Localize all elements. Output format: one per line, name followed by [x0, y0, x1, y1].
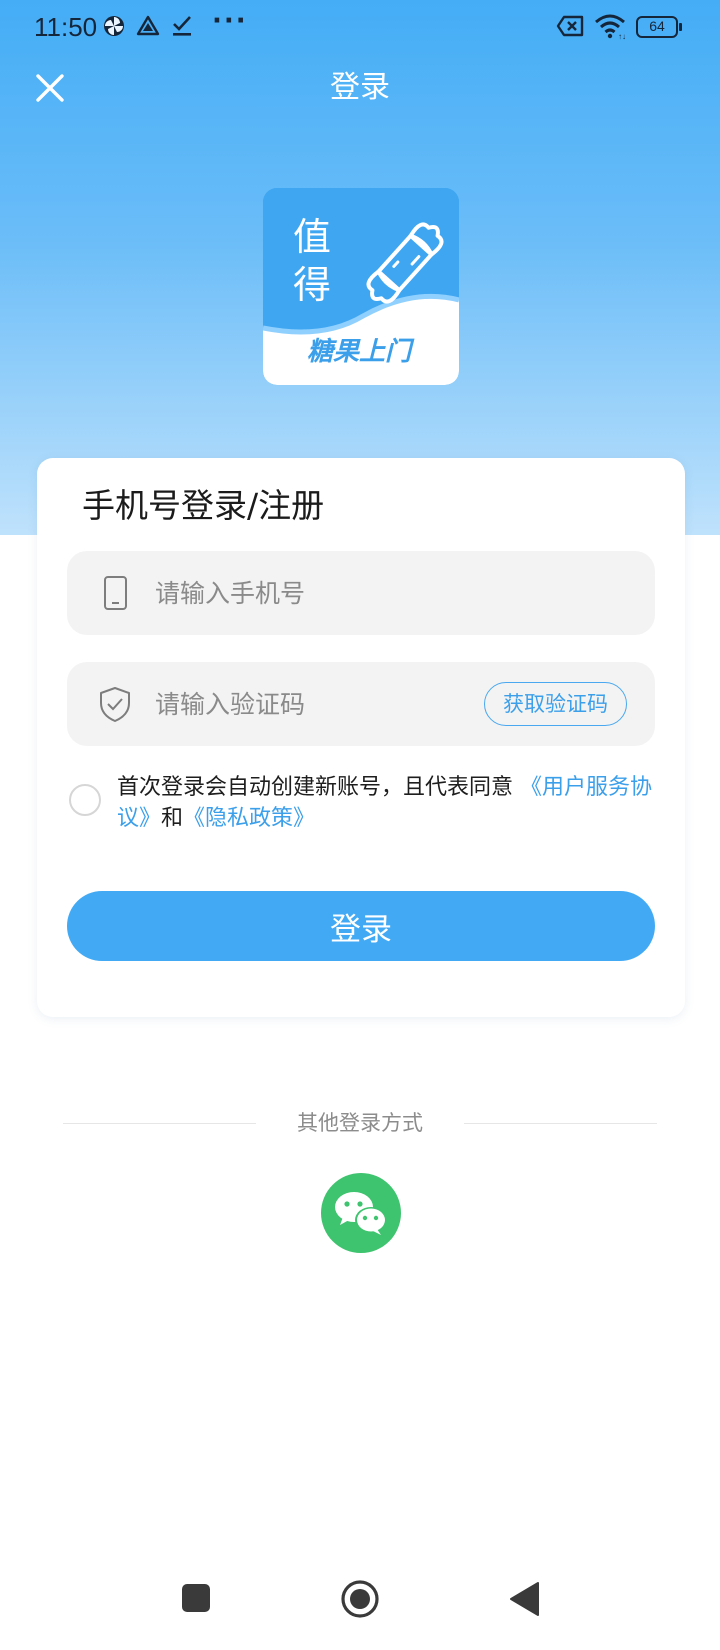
- login-button[interactable]: 登录: [67, 891, 655, 961]
- code-field[interactable]: 获取验证码: [67, 662, 655, 746]
- agreement-text: 首次登录会自动创建新账号，且代表同意 《用户服务协议》和《隐私政策》: [117, 772, 657, 834]
- app-logo: 值 得 糖果上门: [263, 188, 459, 385]
- sim-off-icon: [556, 15, 584, 37]
- battery-level: 64: [649, 18, 665, 34]
- logo-char-2: 得: [293, 263, 332, 307]
- wifi-icon: ↑↓: [595, 14, 626, 40]
- wechat-icon: [335, 1192, 387, 1235]
- triangle-app-icon: [136, 15, 160, 36]
- privacy-link[interactable]: 《隐私政策》: [183, 806, 315, 831]
- status-bar: 11:50 ··· ↑↓ 64: [0, 0, 720, 56]
- logo-char-1: 值: [293, 215, 332, 259]
- other-login-label: 其他登录方式: [297, 1111, 423, 1135]
- code-input[interactable]: [155, 662, 455, 746]
- recents-square-icon[interactable]: [180, 1582, 212, 1614]
- back-triangle-icon[interactable]: [508, 1581, 542, 1617]
- phone-field[interactable]: [67, 551, 655, 635]
- more-dots-icon: ···: [212, 6, 248, 36]
- get-code-button[interactable]: 获取验证码: [484, 682, 627, 726]
- agreement-connector: 和: [161, 806, 184, 831]
- battery-icon: 64: [636, 16, 682, 38]
- status-time: 11:50: [34, 12, 98, 42]
- home-circle-icon[interactable]: [340, 1579, 380, 1619]
- agreement-body: 首次登录会自动创建新账号，且代表同意: [117, 775, 514, 800]
- wechat-login-button[interactable]: [321, 1173, 401, 1253]
- agree-radio[interactable]: [69, 784, 101, 816]
- phone-icon: [104, 576, 127, 610]
- check-download-icon: [173, 16, 191, 36]
- page-title: 登录: [330, 70, 390, 105]
- pinwheel-icon: [104, 16, 124, 36]
- phone-input[interactable]: [155, 551, 455, 635]
- logo-tagline: 糖果上门: [307, 337, 412, 367]
- form-title: 手机号登录/注册: [82, 486, 325, 525]
- other-login-row: 其他登录方式: [63, 1108, 657, 1138]
- login-card: 手机号登录/注册 获取验证码 首次登录会自动创建新账号，且代表同意 《用户服务协…: [37, 458, 685, 1017]
- svg-text:↑↓: ↑↓: [618, 32, 626, 40]
- shield-check-icon: [100, 687, 130, 722]
